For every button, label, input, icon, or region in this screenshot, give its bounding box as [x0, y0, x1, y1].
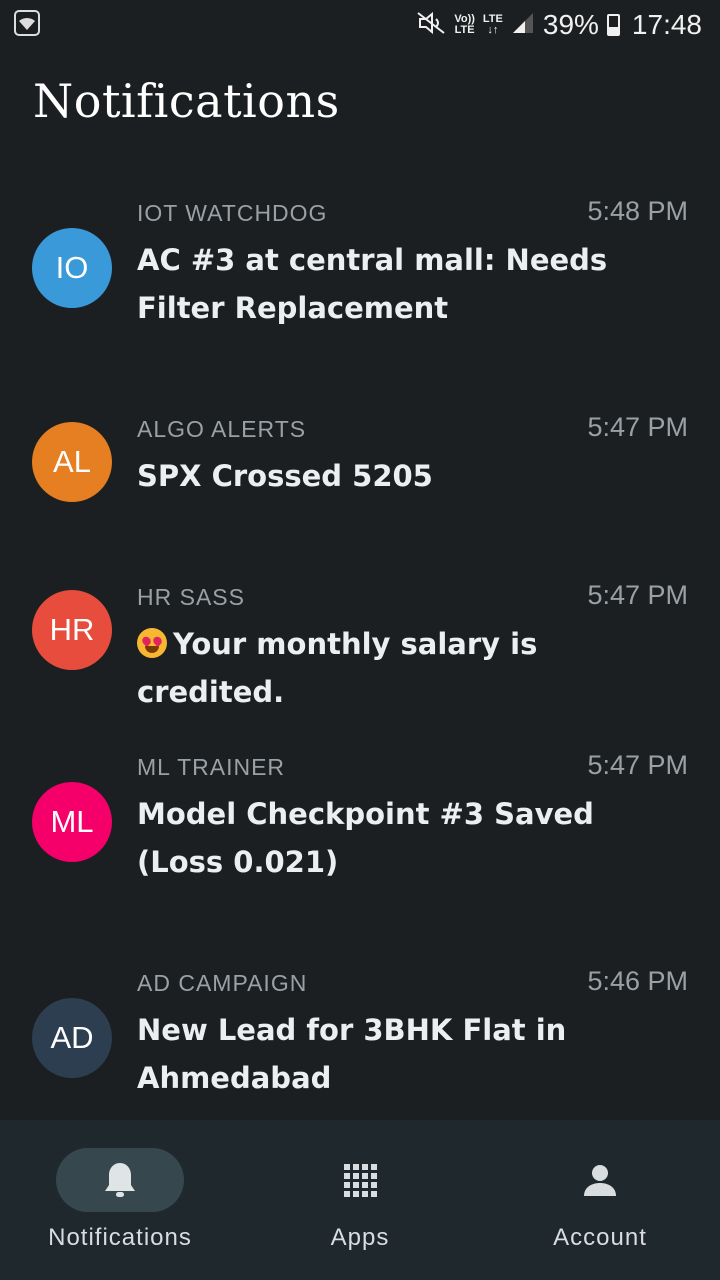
volte-bottom-text: LTE: [454, 24, 475, 36]
status-icons: Vo)) LTE LTE ↓↑ 39% 17:48: [416, 6, 702, 44]
nav-label-account: Account: [553, 1224, 647, 1251]
notification-time: 5:48 PM: [587, 196, 688, 226]
battery-icon: [606, 14, 620, 36]
heart-eyes-emoji-icon: [137, 628, 167, 658]
notification-time: 5:47 PM: [587, 412, 688, 442]
page-title: Notifications: [33, 74, 340, 128]
avatar: AL: [32, 422, 112, 502]
nav-notifications[interactable]: Notifications: [0, 1120, 240, 1280]
signal-icon: [511, 11, 535, 40]
notification-time: 5:46 PM: [587, 966, 688, 996]
avatar: IO: [32, 228, 112, 308]
notification-sender: IOT WATCHDOG: [137, 200, 328, 226]
notification-sender: ML TRAINER: [137, 754, 286, 780]
notification-message: New Lead for 3BHK Flat in Ahmedabad: [137, 1013, 567, 1095]
notification-sender: HR SASS: [137, 584, 245, 610]
notification-message: Your monthly salary is credited.: [137, 620, 677, 716]
notification-message: Model Checkpoint #3 Saved (Loss 0.021): [137, 797, 594, 879]
notification-item[interactable]: IO IOT WATCHDOG 5:48 PM AC #3 at central…: [0, 180, 720, 350]
nav-account[interactable]: Account: [480, 1120, 720, 1280]
status-bar: Vo)) LTE LTE ↓↑ 39% 17:48: [0, 0, 720, 50]
notification-item[interactable]: HR HR SASS 5:47 PM Your monthly salary i…: [0, 564, 720, 709]
lte-icon: LTE ↓↑: [483, 14, 503, 36]
nav-label-apps: Apps: [330, 1224, 390, 1251]
avatar: ML: [32, 782, 112, 862]
avatar: AD: [32, 998, 112, 1078]
bell-icon: [56, 1148, 184, 1212]
battery-fill: [608, 26, 618, 34]
notification-sender: ALGO ALERTS: [137, 416, 307, 442]
notification-message: AC #3 at central mall: Needs Filter Repl…: [137, 243, 608, 325]
bottom-nav: Notifications Apps Account: [0, 1120, 720, 1280]
nav-label-notifications: Notifications: [48, 1224, 192, 1251]
notification-time: 5:47 PM: [587, 580, 688, 610]
status-time: 17:48: [631, 9, 702, 40]
screen: Vo)) LTE LTE ↓↑ 39% 17:48 Notifications: [0, 0, 720, 1280]
nav-apps[interactable]: Apps: [240, 1120, 480, 1280]
wifi-icon: [14, 10, 40, 36]
notification-message: SPX Crossed 5205: [137, 459, 433, 493]
notification-time: 5:47 PM: [587, 750, 688, 780]
battery-percent: 39%: [542, 9, 599, 40]
notification-message-text: Your monthly salary is credited.: [137, 627, 538, 709]
notification-sender: AD CAMPAIGN: [137, 970, 308, 996]
volte-icon: Vo)) LTE: [454, 14, 475, 36]
lte-bottom-text: ↓↑: [487, 24, 499, 36]
notification-item[interactable]: AL ALGO ALERTS 5:47 PM SPX Crossed 5205: [0, 396, 720, 516]
account-icon: [536, 1148, 664, 1212]
avatar: HR: [32, 590, 112, 670]
mute-icon: [416, 11, 446, 40]
wifi-indicator: [14, 10, 40, 36]
notification-item[interactable]: ML ML TRAINER 5:47 PM Model Checkpoint #…: [0, 734, 720, 904]
apps-grid-icon: [296, 1148, 424, 1212]
notification-item[interactable]: AD AD CAMPAIGN 5:46 PM New Lead for 3BHK…: [0, 950, 720, 1120]
